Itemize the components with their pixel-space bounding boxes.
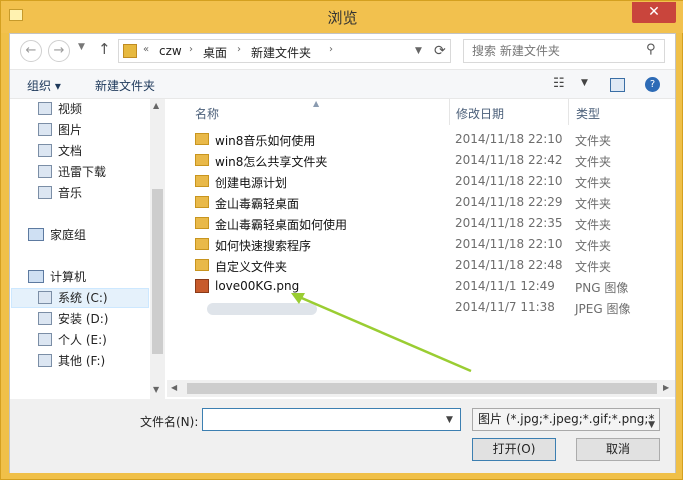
file-dialog-window: 浏览 ✕ ← → ▼ ↑ « czw › 桌面 › 新建文件夹 › ▼ ⟳ 搜索… <box>0 0 683 480</box>
annotation-arrow <box>291 293 472 373</box>
